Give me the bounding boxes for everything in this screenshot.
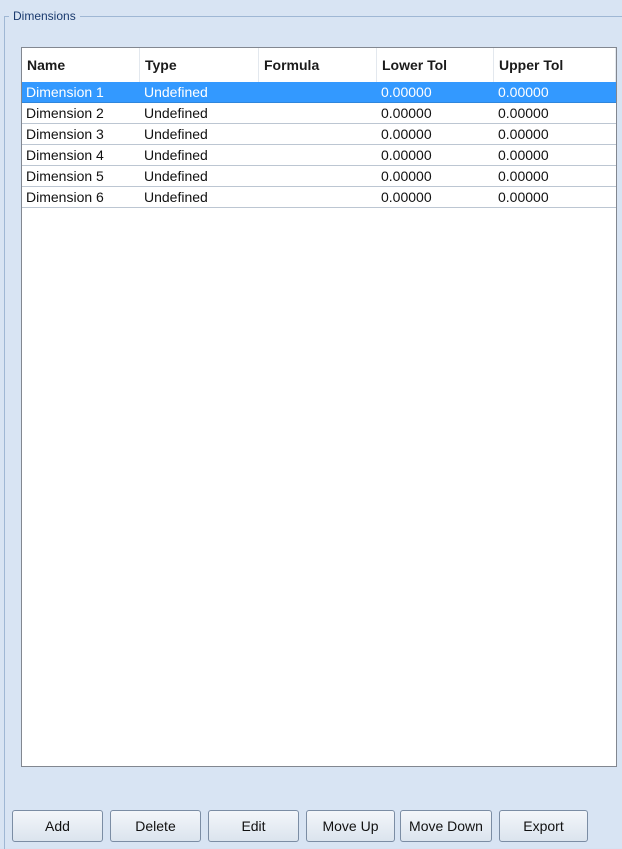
cell-name: Dimension 1 bbox=[26, 84, 104, 100]
cell-formula bbox=[259, 166, 377, 186]
table-row[interactable]: Dimension 6 Undefined 0.00000 0.00000 bbox=[22, 187, 616, 208]
add-button[interactable]: Add bbox=[12, 810, 103, 842]
move-up-button[interactable]: Move Up bbox=[306, 810, 395, 842]
cell-formula bbox=[259, 124, 377, 144]
table-row[interactable]: Dimension 1 Undefined 0.00000 0.00000 bbox=[22, 82, 616, 103]
cell-name: Dimension 2 bbox=[26, 105, 104, 121]
table-row[interactable]: Dimension 5 Undefined 0.00000 0.00000 bbox=[22, 166, 616, 187]
cell-name: Dimension 3 bbox=[26, 126, 104, 142]
group-title: Dimensions bbox=[9, 8, 80, 24]
cell-name: Dimension 6 bbox=[26, 189, 104, 205]
cell-upper-tol: 0.00000 bbox=[498, 168, 549, 184]
cell-lower-tol: 0.00000 bbox=[381, 168, 432, 184]
cell-formula bbox=[259, 82, 377, 102]
cell-lower-tol: 0.00000 bbox=[381, 105, 432, 121]
column-header-formula[interactable]: Formula bbox=[259, 48, 377, 82]
cell-type: Undefined bbox=[144, 147, 208, 163]
table-body: Dimension 1 Undefined 0.00000 0.00000 Di… bbox=[22, 82, 616, 208]
cell-upper-tol: 0.00000 bbox=[498, 147, 549, 163]
cell-lower-tol: 0.00000 bbox=[381, 189, 432, 205]
dimensions-list[interactable]: Name Type Formula Lower Tol Upper Tol Di… bbox=[21, 47, 617, 767]
button-bar: Add Delete Edit Move Up Move Down Export bbox=[0, 810, 622, 842]
cell-type: Undefined bbox=[144, 189, 208, 205]
column-header-name[interactable]: Name bbox=[22, 48, 140, 82]
column-header-upper-tol[interactable]: Upper Tol bbox=[494, 48, 616, 82]
cell-upper-tol: 0.00000 bbox=[498, 189, 549, 205]
table-row[interactable]: Dimension 2 Undefined 0.00000 0.00000 bbox=[22, 103, 616, 124]
cell-name: Dimension 5 bbox=[26, 168, 104, 184]
table-header: Name Type Formula Lower Tol Upper Tol bbox=[22, 48, 616, 82]
cell-upper-tol: 0.00000 bbox=[498, 105, 549, 121]
cell-type: Undefined bbox=[144, 105, 208, 121]
table-row[interactable]: Dimension 4 Undefined 0.00000 0.00000 bbox=[22, 145, 616, 166]
cell-upper-tol: 0.00000 bbox=[498, 126, 549, 142]
export-button[interactable]: Export bbox=[499, 810, 588, 842]
cell-lower-tol: 0.00000 bbox=[381, 126, 432, 142]
cell-formula bbox=[259, 187, 377, 207]
cell-lower-tol: 0.00000 bbox=[381, 147, 432, 163]
cell-type: Undefined bbox=[144, 84, 208, 100]
cell-formula bbox=[259, 145, 377, 165]
cell-type: Undefined bbox=[144, 126, 208, 142]
column-header-lower-tol[interactable]: Lower Tol bbox=[377, 48, 494, 82]
cell-name: Dimension 4 bbox=[26, 147, 104, 163]
cell-lower-tol: 0.00000 bbox=[381, 84, 432, 100]
move-down-button[interactable]: Move Down bbox=[400, 810, 492, 842]
delete-button[interactable]: Delete bbox=[110, 810, 201, 842]
cell-type: Undefined bbox=[144, 168, 208, 184]
dimensions-panel: Dimensions Name Type Formula Lower Tol U… bbox=[0, 0, 622, 849]
cell-upper-tol: 0.00000 bbox=[498, 84, 549, 100]
column-header-type[interactable]: Type bbox=[140, 48, 259, 82]
cell-formula bbox=[259, 103, 377, 123]
table-row[interactable]: Dimension 3 Undefined 0.00000 0.00000 bbox=[22, 124, 616, 145]
edit-button[interactable]: Edit bbox=[208, 810, 299, 842]
